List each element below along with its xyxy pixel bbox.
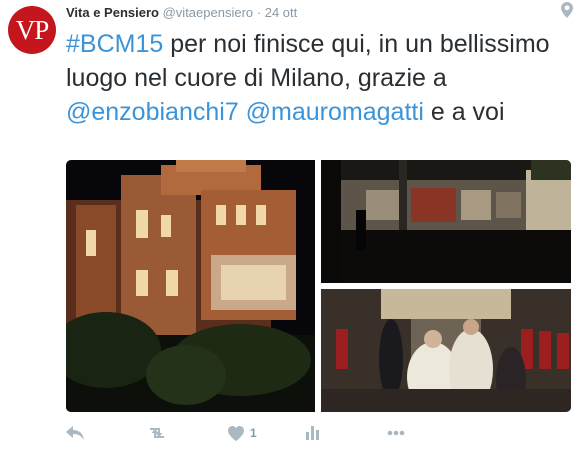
like-icon — [228, 425, 244, 441]
like-count: 1 — [250, 426, 257, 440]
retweet-icon — [150, 428, 164, 438]
reply-button[interactable] — [66, 424, 84, 442]
photo-exhibition-hall[interactable] — [321, 160, 571, 283]
photo-people-interior[interactable] — [321, 289, 571, 412]
separator: · — [256, 5, 262, 20]
tweet-text: #BCM15 per noi finisce qui, in un bellis… — [66, 27, 566, 129]
reply-icon — [66, 426, 84, 440]
hashtag-link[interactable]: #BCM15 — [66, 30, 163, 58]
author-handle[interactable]: @vitaepensiero — [163, 5, 254, 20]
author-name[interactable]: Vita e Pensiero — [66, 5, 159, 20]
mention-link-mauromagatti[interactable]: @mauromagatti — [246, 98, 424, 126]
mention-link-enzobianchi7[interactable]: @enzobianchi7 — [66, 98, 239, 126]
analytics-button[interactable] — [306, 424, 320, 442]
tweet-text-part — [239, 98, 246, 126]
analytics-icon — [306, 426, 319, 440]
more-button[interactable] — [387, 424, 405, 442]
location-icon[interactable] — [561, 2, 573, 18]
tweet-text-part: e a voi — [423, 98, 505, 126]
more-icon — [387, 430, 405, 436]
photo-church-night[interactable] — [66, 160, 315, 412]
retweet-button[interactable] — [147, 424, 167, 442]
avatar[interactable]: VP — [8, 6, 56, 54]
tweet-date[interactable]: 24 ott — [265, 5, 298, 20]
tweet-header: Vita e Pensiero @vitaepensiero · 24 ott — [66, 5, 297, 20]
media-grid — [66, 160, 571, 412]
tweet-actions: 1 — [66, 424, 486, 442]
like-button[interactable]: 1 — [228, 424, 257, 442]
